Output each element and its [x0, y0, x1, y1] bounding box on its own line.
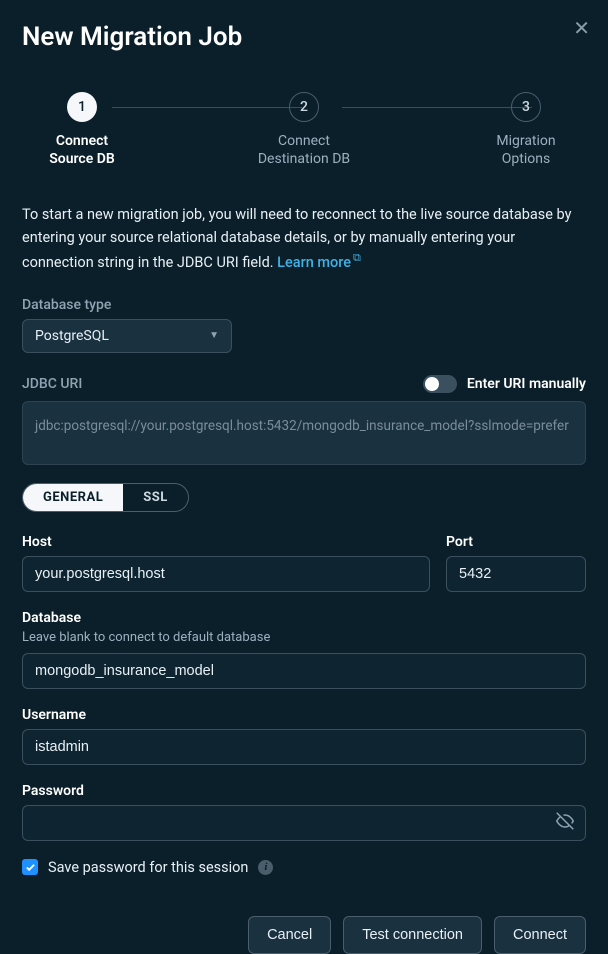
step-3[interactable]: 3 Migration Options	[466, 92, 586, 168]
connect-button[interactable]: Connect	[494, 916, 586, 954]
close-icon[interactable]: ✕	[573, 18, 590, 38]
db-type-select[interactable]: PostgreSQL ▼	[22, 319, 232, 353]
step-2[interactable]: 2 Connect Destination DB	[244, 92, 364, 168]
step-circle: 1	[67, 92, 97, 122]
chevron-down-icon: ▼	[209, 330, 219, 341]
save-password-label: Save password for this session	[48, 859, 248, 876]
port-label: Port	[446, 534, 586, 550]
step-circle: 2	[289, 92, 319, 122]
password-input[interactable]	[22, 805, 586, 841]
host-label: Host	[22, 534, 430, 550]
external-link-icon: ⧉	[353, 251, 361, 264]
database-label: Database	[22, 610, 586, 626]
step-label: Connect Destination DB	[258, 132, 350, 168]
username-label: Username	[22, 707, 586, 723]
jdbc-label: JDBC URI	[22, 376, 82, 392]
save-password-checkbox[interactable]	[22, 859, 38, 875]
step-1[interactable]: 1 Connect Source DB	[22, 92, 142, 168]
dialog-title: New Migration Job	[22, 22, 586, 52]
step-label: Migration Options	[496, 132, 555, 168]
eye-off-icon[interactable]	[556, 812, 574, 834]
port-input[interactable]	[446, 556, 586, 592]
stepper: 1 Connect Source DB 2 Connect Destinatio…	[22, 92, 586, 168]
uri-manual-toggle[interactable]	[423, 375, 457, 393]
test-connection-button[interactable]: Test connection	[343, 916, 482, 954]
database-sublabel: Leave blank to connect to default databa…	[22, 630, 586, 645]
host-input[interactable]	[22, 556, 430, 592]
database-input[interactable]	[22, 653, 586, 689]
username-input[interactable]	[22, 729, 586, 765]
password-label: Password	[22, 783, 586, 799]
db-type-value: PostgreSQL	[35, 328, 109, 344]
intro-text: To start a new migration job, you will n…	[22, 204, 586, 274]
tab-general[interactable]: GENERAL	[23, 484, 123, 511]
toggle-knob	[425, 377, 439, 391]
learn-more-link[interactable]: Learn more⧉	[277, 254, 361, 271]
step-label: Connect Source DB	[49, 132, 115, 168]
connection-tabs: GENERAL SSL	[22, 483, 189, 512]
tab-ssl[interactable]: SSL	[123, 484, 188, 511]
step-circle: 3	[511, 92, 541, 122]
cancel-button[interactable]: Cancel	[248, 916, 331, 954]
db-type-label: Database type	[22, 297, 586, 313]
jdbc-uri-display: jdbc:postgresql://your.postgresql.host:5…	[22, 401, 586, 465]
info-icon[interactable]: i	[258, 860, 273, 875]
uri-manual-label: Enter URI manually	[467, 376, 586, 392]
